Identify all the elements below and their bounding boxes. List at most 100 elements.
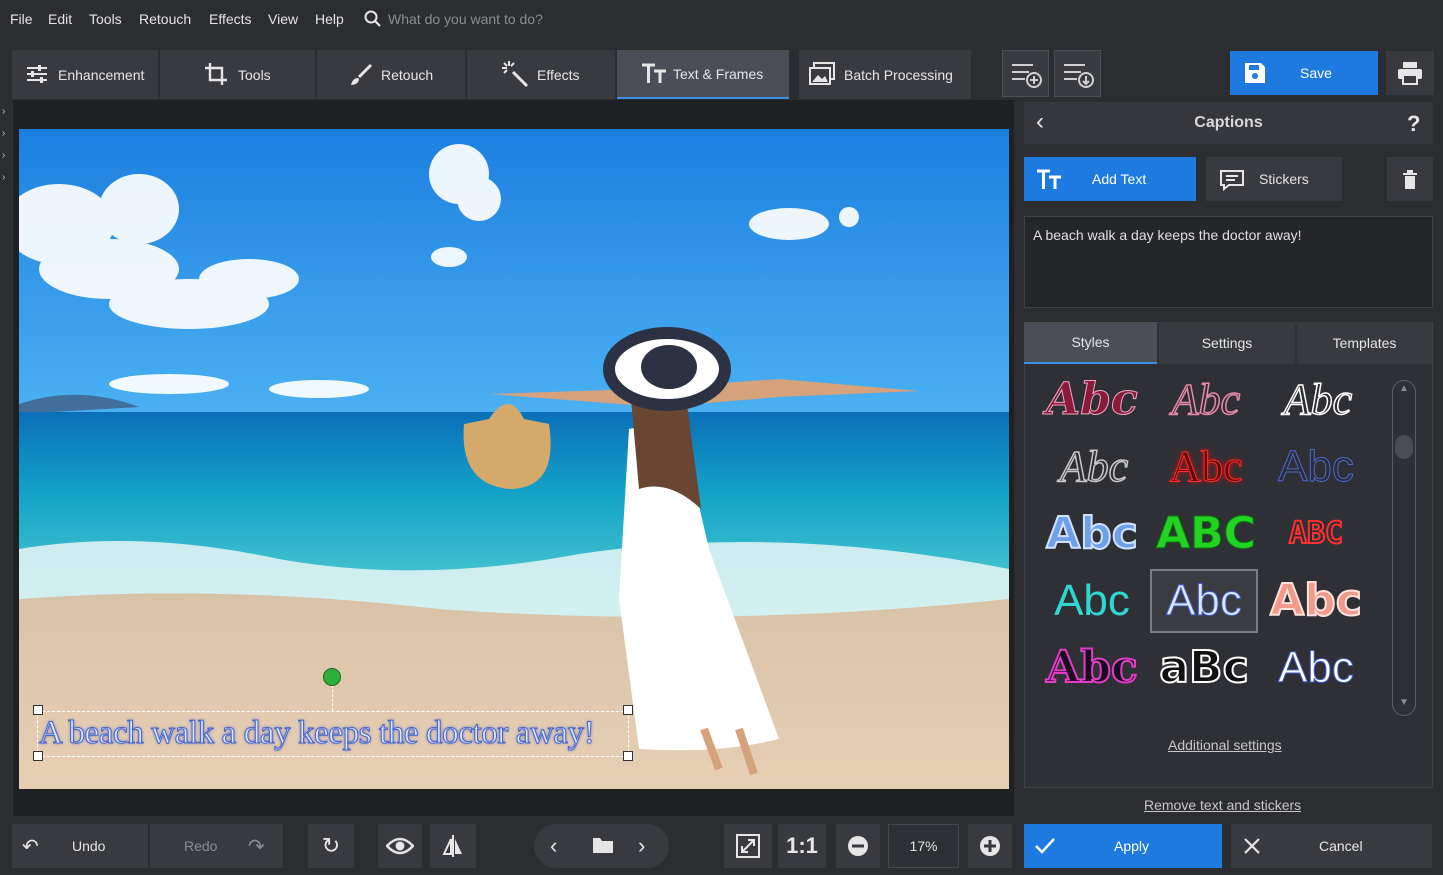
compare-icon [442, 835, 462, 857]
text-icon [642, 63, 666, 83]
styles-scrollbar[interactable]: ▲ ▼ [1392, 380, 1416, 716]
rotation-line [332, 685, 333, 711]
beach-photo [19, 129, 1009, 789]
fit-screen-icon [736, 834, 760, 858]
menu-view[interactable]: View [268, 11, 298, 27]
style-preset[interactable]: Abc [1262, 435, 1370, 499]
style-preset[interactable]: Abc [1038, 502, 1146, 566]
style-preset[interactable]: Abc [1038, 569, 1146, 633]
prev-image-icon[interactable]: ‹ [550, 833, 557, 859]
style-preset[interactable]: Abc [1262, 569, 1370, 633]
eye-icon [386, 837, 414, 855]
undo-button[interactable]: ↶ Undo [12, 824, 148, 868]
tab-effects[interactable]: Effects [467, 50, 615, 99]
cancel-button[interactable]: Cancel [1231, 824, 1432, 868]
zoom-in-icon [980, 836, 1000, 856]
next-image-icon[interactable]: › [638, 833, 645, 859]
menu-retouch[interactable]: Retouch [139, 11, 191, 27]
menu-edit[interactable]: Edit [48, 11, 72, 27]
undo-icon: ↶ [22, 835, 39, 858]
fit-screen-button[interactable] [724, 824, 772, 868]
tab-label: Effects [537, 66, 580, 83]
menu-tools[interactable]: Tools [89, 11, 122, 27]
expand-panel-icon[interactable]: › [2, 128, 5, 139]
rotate-handle[interactable] [323, 668, 341, 686]
preview-button[interactable] [378, 824, 422, 868]
expand-panel-icon[interactable]: › [2, 172, 5, 183]
folder-icon[interactable] [592, 836, 614, 854]
style-preset[interactable]: Abc [1262, 636, 1370, 700]
scroll-down-icon[interactable]: ▼ [1399, 697, 1409, 708]
rotate-icon: ↻ [321, 833, 341, 858]
menu-bar: File Edit Tools Retouch Effects View Hel… [0, 0, 1443, 38]
zoom-level[interactable]: 17% [888, 824, 959, 868]
tab-enhancement[interactable]: Enhancement [12, 50, 158, 99]
style-preset[interactable]: Abc [1152, 435, 1260, 499]
printer-icon [1398, 62, 1422, 85]
compare-button[interactable] [430, 824, 476, 868]
stickers-button[interactable]: Stickers [1206, 157, 1342, 201]
actual-size-button[interactable]: 1:1 [778, 824, 826, 868]
scrollbar-thumb[interactable] [1395, 435, 1413, 459]
add-preset-button[interactable] [1002, 50, 1049, 97]
apply-label: Apply [1114, 838, 1150, 854]
tab-retouch[interactable]: Retouch [317, 50, 465, 99]
rotate-button[interactable]: ↻ [308, 824, 354, 868]
text-icon [1037, 169, 1061, 189]
floppy-disk-icon [1245, 63, 1265, 83]
style-preset[interactable]: ABC [1262, 502, 1370, 566]
style-preset[interactable]: ABC [1152, 502, 1260, 566]
tab-templates[interactable]: Templates [1297, 322, 1432, 364]
load-preset-button[interactable] [1054, 50, 1101, 97]
style-preset[interactable]: Abc [1038, 368, 1146, 432]
magic-wand-icon [502, 61, 529, 88]
panel-title: Captions [1194, 114, 1263, 131]
crop-icon [205, 63, 227, 85]
close-icon [1244, 838, 1260, 854]
menu-effects[interactable]: Effects [209, 11, 252, 27]
redo-label: Redo [184, 838, 218, 854]
zoom-in-button[interactable] [968, 824, 1012, 868]
tab-styles[interactable]: Styles [1024, 322, 1157, 364]
remove-text-stickers-link[interactable]: Remove text and stickers [1144, 797, 1301, 813]
style-preset[interactable]: Abc [1264, 368, 1372, 432]
help-icon[interactable]: ? [1407, 111, 1420, 137]
style-preset[interactable]: Abc [1038, 636, 1146, 700]
style-preset[interactable]: Abc [1152, 368, 1260, 432]
style-preset[interactable]: aBc [1150, 636, 1258, 700]
zoom-out-button[interactable] [836, 824, 880, 868]
tab-label: Text & Frames [673, 65, 764, 82]
expand-panel-icon[interactable]: › [2, 150, 5, 161]
scroll-up-icon[interactable]: ▲ [1399, 383, 1409, 394]
tab-settings[interactable]: Settings [1159, 322, 1295, 364]
resize-handle[interactable] [623, 705, 633, 715]
menu-help[interactable]: Help [315, 11, 344, 27]
redo-icon: ↷ [248, 835, 265, 858]
resize-handle[interactable] [623, 751, 633, 761]
style-preset[interactable]: Abc [1040, 435, 1148, 499]
tab-batch-processing[interactable]: Batch Processing [799, 50, 971, 99]
resize-handle[interactable] [33, 705, 43, 715]
add-text-button[interactable]: Add Text [1024, 157, 1196, 201]
apply-button[interactable]: Apply [1024, 824, 1222, 868]
resize-handle[interactable] [33, 751, 43, 761]
additional-settings-link[interactable]: Additional settings [1168, 737, 1282, 753]
tab-text-frames[interactable]: Text & Frames [617, 50, 789, 99]
file-navigator: ‹ › [534, 824, 669, 868]
stickers-label: Stickers [1259, 171, 1309, 187]
caption-text[interactable]: A beach walk a day keeps the doctor away… [39, 715, 629, 752]
speech-bubble-icon [1220, 170, 1244, 191]
save-button[interactable]: Save [1230, 51, 1378, 95]
style-preset-selected[interactable]: Abc [1150, 569, 1258, 633]
photo-canvas[interactable]: A beach walk a day keeps the doctor away… [19, 129, 1009, 789]
delete-button[interactable] [1387, 157, 1433, 201]
tab-tools[interactable]: Tools [160, 50, 315, 99]
caption-text-field[interactable]: A beach walk a day keeps the doctor away… [1024, 216, 1433, 308]
menu-file[interactable]: File [10, 11, 33, 27]
expand-panel-icon[interactable]: › [2, 106, 5, 117]
print-button[interactable] [1386, 51, 1434, 95]
save-label: Save [1300, 65, 1332, 81]
trash-icon [1403, 170, 1417, 189]
redo-button[interactable]: Redo ↷ [150, 824, 283, 868]
search-input[interactable] [388, 9, 648, 29]
